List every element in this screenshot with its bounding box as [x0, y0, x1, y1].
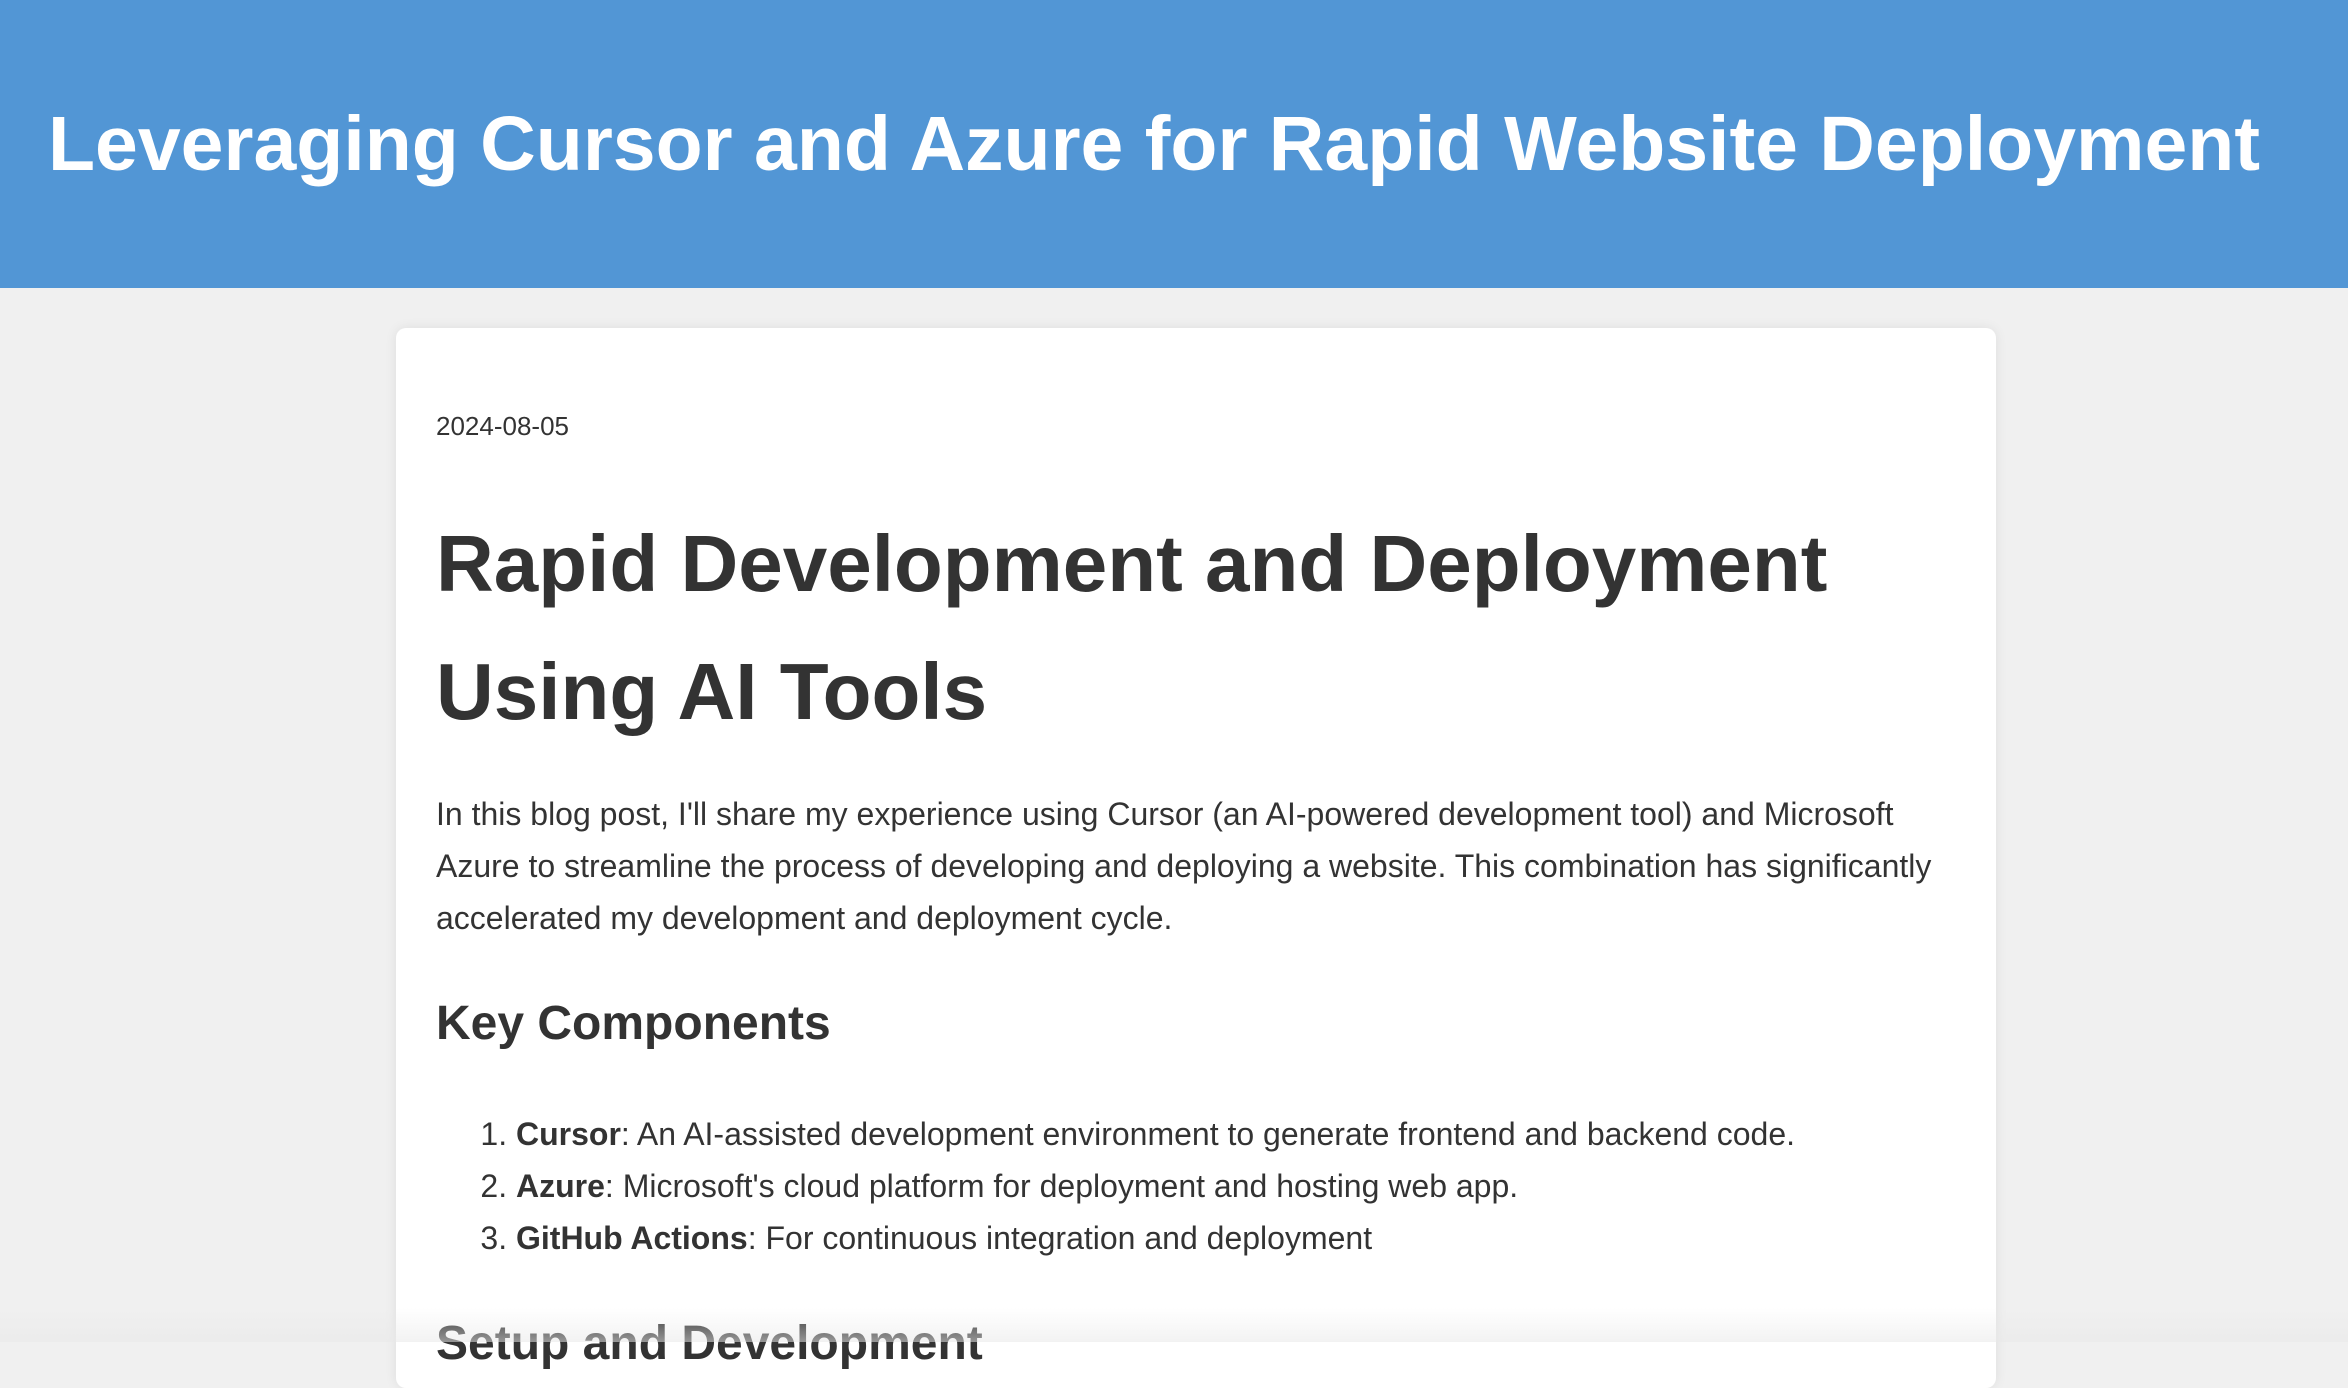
section-heading-setup: Setup and Development: [436, 1316, 1956, 1372]
post-heading: Rapid Development and Deployment Using A…: [436, 500, 1956, 756]
list-item: GitHub Actions: For continuous integrati…: [516, 1212, 1956, 1264]
list-item: Azure: Microsoft's cloud platform for de…: [516, 1160, 1956, 1212]
site-title: Leveraging Cursor and Azure for Rapid We…: [48, 96, 2260, 192]
site-header: Leveraging Cursor and Azure for Rapid We…: [0, 0, 2348, 288]
list-item-desc: : An AI-assisted development environment…: [621, 1116, 1795, 1152]
post-date: 2024-08-05: [436, 408, 1956, 444]
components-list: Cursor: An AI-assisted development envir…: [436, 1108, 1956, 1264]
list-item-name: Azure: [516, 1168, 605, 1204]
list-item-name: Cursor: [516, 1116, 621, 1152]
list-item-name: GitHub Actions: [516, 1220, 748, 1256]
list-item-desc: : Microsoft's cloud platform for deploym…: [605, 1168, 1518, 1204]
list-item-desc: : For continuous integration and deploym…: [748, 1220, 1372, 1256]
post-card: 2024-08-05 Rapid Development and Deploym…: [396, 328, 1996, 1388]
list-item: Cursor: An AI-assisted development envir…: [516, 1108, 1956, 1160]
post-intro: In this blog post, I'll share my experie…: [436, 788, 1956, 944]
section-heading-key-components: Key Components: [436, 996, 1956, 1052]
